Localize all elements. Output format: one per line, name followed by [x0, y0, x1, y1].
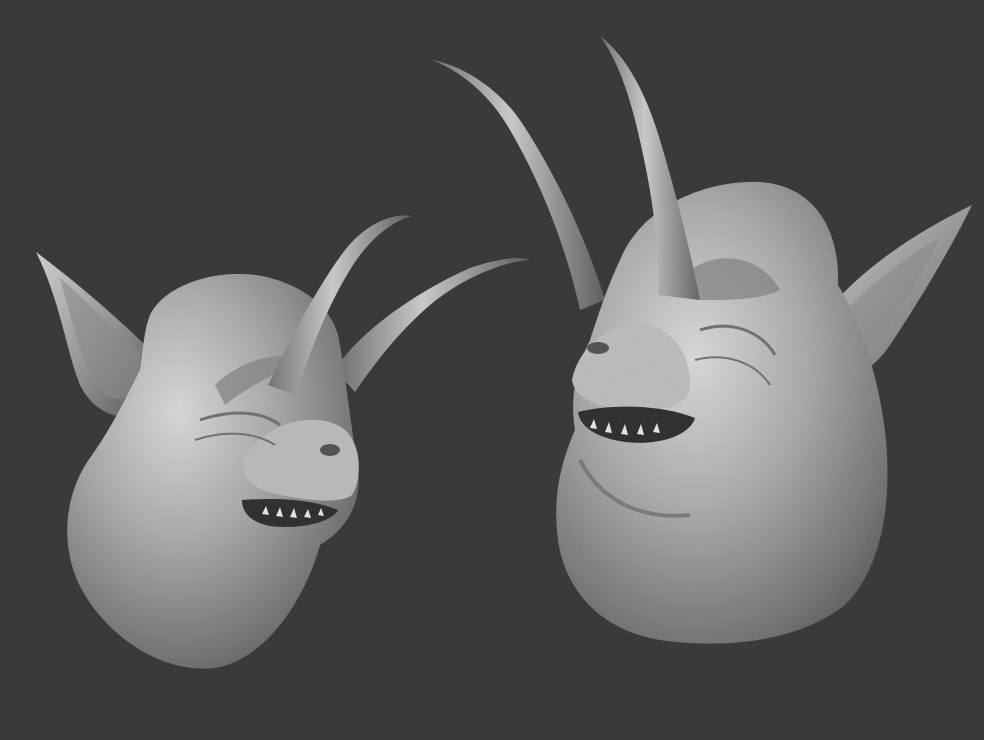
creature-head-right: [432, 36, 972, 644]
creature-head-left: [36, 215, 530, 669]
sculpt-render: [36, 36, 972, 669]
horn-left-back: [335, 258, 530, 392]
horn-right-outer: [432, 60, 605, 310]
sculpt-render-viewport: [0, 0, 984, 740]
